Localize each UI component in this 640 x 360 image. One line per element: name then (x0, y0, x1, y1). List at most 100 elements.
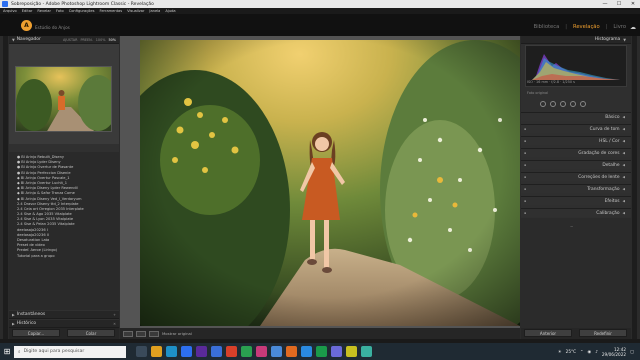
right-panel-toggle[interactable] (632, 36, 637, 339)
spot-removal-icon[interactable] (550, 101, 556, 107)
premiere-icon[interactable] (196, 346, 207, 357)
menu-visualizar[interactable]: Visualizar (127, 9, 144, 13)
toggle-switch-icon[interactable]: ▪ (524, 151, 526, 155)
weather-icon[interactable]: ☀ (558, 349, 562, 354)
menu-configuracoes[interactable]: Configurações (69, 9, 95, 13)
expand-triangle-icon: ◀ (622, 199, 625, 203)
panel-detail[interactable]: ▪ Detalhe ◀ (521, 160, 631, 169)
tool-strip (525, 100, 627, 108)
notes-icon[interactable] (346, 346, 357, 357)
task-view-icon[interactable] (136, 346, 147, 357)
module-separator: | (565, 24, 567, 30)
chrome-icon[interactable] (226, 346, 237, 357)
studio-name: Estúdio do Anjos (35, 25, 70, 30)
photo-image (140, 40, 520, 326)
panel-effects[interactable]: ▪ Efeitos ◀ (521, 196, 631, 205)
menu-janela[interactable]: Janela (149, 9, 160, 13)
excel-icon[interactable] (316, 346, 327, 357)
zoom-100[interactable]: 100% (96, 38, 106, 42)
illustrator-icon[interactable] (286, 346, 297, 357)
weather-temp[interactable]: 25°C (566, 349, 576, 354)
volume-icon[interactable]: ♪ (595, 349, 598, 354)
module-livro[interactable]: Livro (613, 24, 626, 30)
masking-icon[interactable] (570, 101, 576, 107)
toggle-switch-icon[interactable]: ▪ (524, 211, 526, 215)
cloud-icon[interactable]: ☁ (630, 24, 636, 31)
zoom-50[interactable]: 50% (108, 38, 116, 42)
left-panel-toggle[interactable] (3, 36, 8, 339)
photoshop-icon[interactable] (211, 346, 222, 357)
original-photo-label: Foto original (527, 91, 549, 95)
panel-calibration[interactable]: ▪ Calibração ◀ (521, 208, 631, 217)
red-eye-icon[interactable] (560, 101, 566, 107)
menu-editar[interactable]: Editar (22, 9, 33, 13)
panel-basic[interactable]: Básico ◀ (521, 112, 631, 121)
edge-icon[interactable] (166, 346, 177, 357)
menu-foto[interactable]: Foto (56, 9, 64, 13)
spotify-icon[interactable] (241, 346, 252, 357)
expand-triangle-icon: ◀ (622, 127, 625, 131)
show-original-label: Mostrar original (162, 331, 192, 336)
menu-revelar[interactable]: Revelar (37, 9, 51, 13)
panel-transform[interactable]: ▪ Transformação ◀ (521, 184, 631, 193)
snapshots-header[interactable]: ▶ Instantâneos + (9, 311, 119, 319)
reset-button[interactable]: Redefinir (579, 329, 627, 337)
mail-icon[interactable] (271, 346, 282, 357)
close-button[interactable]: ✕ (626, 1, 640, 7)
copy-button[interactable]: Copiar... (12, 329, 60, 337)
panel-hsl[interactable]: ▪ HSL / Cor ◀ (521, 136, 631, 145)
menu-ferramentas[interactable]: Ferramentas (99, 9, 122, 13)
clock[interactable]: 12:42 29/06/2022 (602, 347, 626, 357)
history-title: Histórico (16, 321, 37, 326)
network-icon[interactable]: ◉ (588, 349, 592, 354)
add-snapshot-icon[interactable]: + (113, 313, 116, 317)
zoom-fill[interactable]: PREEN. (80, 38, 92, 42)
navigator-header[interactable]: ▼ Navegador AJUSTAR PREEN. 100% 50% (9, 36, 119, 44)
toggle-switch-icon[interactable]: ▪ (524, 139, 526, 143)
toggle-switch-icon[interactable]: ▪ (524, 187, 526, 191)
notifications-icon[interactable]: ▢ (630, 349, 634, 354)
app-icon[interactable] (256, 346, 267, 357)
title-bar: Sobreposição - Adobe Photoshop Lightroom… (0, 0, 640, 8)
zoom-fit[interactable]: AJUSTAR (63, 38, 77, 42)
minimize-button[interactable]: — (598, 1, 612, 7)
toggle-switch-icon[interactable]: ▪ (524, 175, 526, 179)
main-photo[interactable] (140, 40, 520, 326)
menu-arquivo[interactable]: Arquivo (3, 9, 17, 13)
toggle-switch-icon[interactable]: ▪ (524, 199, 526, 203)
clear-history-icon[interactable]: ✕ (113, 322, 116, 326)
teams-icon[interactable] (331, 346, 342, 357)
previous-button[interactable]: Anterior (524, 329, 572, 337)
histogram-title: Histograma (594, 37, 621, 42)
compare-view-button[interactable] (149, 330, 159, 337)
preset-item[interactable]: Tutorial para a grupo (17, 254, 117, 259)
file-explorer-icon[interactable] (151, 346, 162, 357)
toggle-switch-icon[interactable]: ▪ (524, 127, 526, 131)
module-biblioteca[interactable]: Biblioteca (534, 24, 560, 30)
navigator-thumbnail[interactable] (15, 66, 112, 132)
loupe-view-button[interactable] (123, 330, 133, 337)
history-header[interactable]: ▶ Histórico ✕ (9, 320, 119, 328)
lightroom-icon[interactable] (181, 346, 192, 357)
taskbar-search[interactable]: ⌕ Digite aqui para pesquisar (14, 345, 126, 358)
maximize-button[interactable]: ☐ (612, 1, 626, 7)
panel-lens-corrections[interactable]: ▪ Correções de lente ◀ (521, 172, 631, 181)
windows-start-icon[interactable]: ⊞ (0, 343, 14, 360)
word-icon[interactable] (301, 346, 312, 357)
histogram-header[interactable]: Histograma ▼ (521, 36, 631, 44)
panel-calibration-label: Calibração (596, 210, 620, 216)
whatsapp-icon[interactable] (361, 346, 372, 357)
menu-ajuda[interactable]: Ajuda (165, 9, 175, 13)
tray-arrow-icon[interactable]: ⌃ (580, 349, 584, 354)
presets-spacer (9, 144, 119, 152)
paste-button[interactable]: Colar (67, 329, 115, 337)
expand-triangle-icon: ◀ (622, 151, 625, 155)
panel-tone-curve[interactable]: ▪ Curva de tom ◀ (521, 124, 631, 133)
bottom-toolbar: Mostrar original (120, 328, 520, 339)
module-revelacao[interactable]: Revelação (573, 24, 600, 30)
panel-color-grading[interactable]: ▪ Gradação de cores ◀ (521, 148, 631, 157)
before-after-button[interactable] (136, 330, 146, 337)
toggle-switch-icon[interactable]: ▪ (524, 163, 526, 167)
brush-icon[interactable] (580, 101, 586, 107)
crop-tool-icon[interactable] (540, 101, 546, 107)
